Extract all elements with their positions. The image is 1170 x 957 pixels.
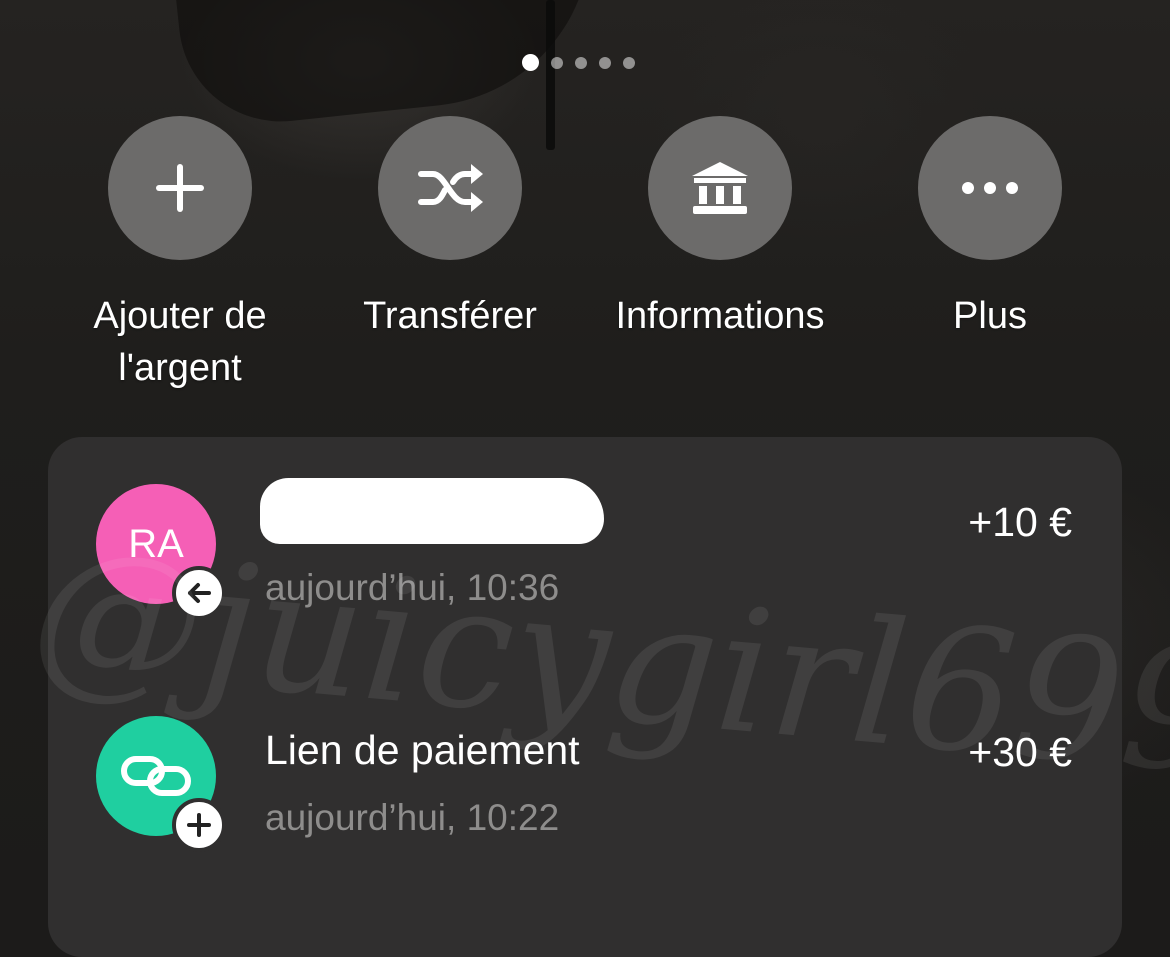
bank-icon: [692, 162, 748, 214]
transaction-row[interactable]: Lien de paiement aujourd’hui, 10:22 +30 …: [48, 667, 1122, 867]
shuffle-icon: [418, 164, 483, 212]
add-money-circle[interactable]: [108, 116, 252, 260]
more-dots-icon: [962, 182, 1018, 194]
page-dot-4[interactable]: [599, 56, 611, 69]
incoming-badge: [172, 566, 226, 620]
transaction-amount: +10 €: [968, 499, 1072, 545]
quick-actions: Ajouter de l'argent Transférer Informati…: [0, 116, 1170, 416]
transaction-time: aujourd’hui, 10:36: [265, 567, 560, 608]
page-dot-2[interactable]: [551, 56, 563, 69]
page-dot-3[interactable]: [575, 56, 587, 69]
more-circle[interactable]: [918, 116, 1062, 260]
information-button[interactable]: Informations: [600, 116, 840, 342]
arrow-left-icon: [188, 583, 211, 603]
redacted-sender-name: [260, 478, 604, 544]
page-indicator[interactable]: [522, 54, 635, 71]
plus-icon: [156, 164, 204, 212]
transactions-card: RA aujourd’hui, 10:36 +10 € Lien de paie…: [48, 437, 1122, 957]
add-money-label: Ajouter de l'argent: [93, 295, 267, 389]
transfer-label: Transférer: [363, 295, 537, 337]
payment-link-badge: [172, 798, 226, 852]
page-dot-1[interactable]: [522, 54, 539, 71]
transfer-circle[interactable]: [378, 116, 522, 260]
transaction-row[interactable]: RA aujourd’hui, 10:36 +10 €: [48, 437, 1122, 637]
transaction-amount: +30 €: [968, 729, 1072, 775]
information-circle[interactable]: [648, 116, 792, 260]
transfer-button[interactable]: Transférer: [330, 116, 570, 342]
transaction-time: aujourd’hui, 10:22: [265, 797, 560, 838]
page-dot-5[interactable]: [623, 56, 635, 69]
transaction-title: Lien de paiement: [265, 727, 580, 773]
plus-icon: [187, 813, 211, 837]
more-label: Plus: [953, 295, 1027, 337]
more-button[interactable]: Plus: [870, 116, 1110, 342]
link-icon: [121, 756, 191, 796]
information-label: Informations: [615, 295, 825, 337]
add-money-button[interactable]: Ajouter de l'argent: [60, 116, 300, 394]
